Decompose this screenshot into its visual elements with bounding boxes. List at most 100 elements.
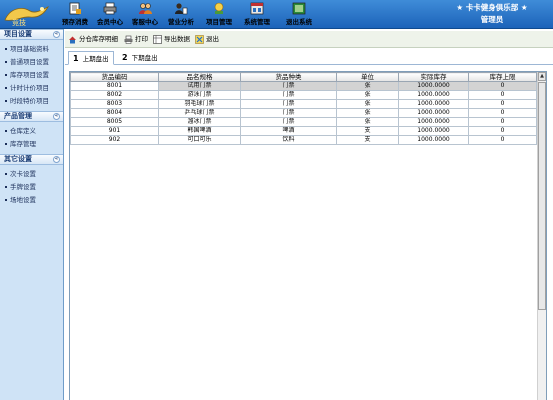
sidebar-item-label: 库存管理: [10, 140, 36, 148]
action-label: 分仓库存明细: [79, 35, 118, 43]
vertical-scrollbar[interactable]: ▲ ▼: [537, 72, 546, 400]
sidebar-item-stock-project[interactable]: 库存项目设置: [0, 69, 63, 82]
receipt-icon: [69, 2, 81, 15]
column-header[interactable]: 库存上限: [468, 72, 537, 82]
action-bar: 分仓库存明细 打印 导出数据 退出: [65, 31, 553, 48]
bullet-icon: [5, 130, 7, 132]
table-cell: 902: [70, 135, 159, 145]
tab-label: 下期盘出: [131, 54, 158, 62]
tab-next-period[interactable]: 2 下期盘出: [118, 51, 162, 65]
stock-grid[interactable]: 货品编码 品名规格 货品种类 单位 实际库存 库存上限 8001 试用门票 门票…: [69, 71, 547, 400]
table-cell: 901: [70, 126, 159, 136]
toolbar-member-button[interactable]: 会员中心: [95, 2, 125, 28]
table-cell: 门票: [240, 90, 337, 100]
table-row[interactable]: 901 韩国啤酒 啤酒 支 1000.0000 0: [70, 126, 537, 136]
toolbar-service-button[interactable]: 客服中心: [130, 2, 160, 28]
table-cell: 1000.0000: [398, 135, 469, 145]
table-cell: 1000.0000: [398, 117, 469, 127]
action-label: 打印: [135, 35, 148, 43]
column-header[interactable]: 单位: [336, 72, 399, 82]
table-cell: 门票: [240, 108, 337, 118]
table-cell: 1000.0000: [398, 108, 469, 118]
table-cell: 乒乓球门票: [158, 108, 241, 118]
section-title: 其它设置: [4, 155, 32, 163]
column-header[interactable]: 货品种类: [240, 72, 337, 82]
print-button[interactable]: 打印: [124, 34, 148, 45]
sidebar-item-wristband[interactable]: 手牌设置: [0, 181, 63, 194]
column-header[interactable]: 货品编码: [70, 72, 159, 82]
export-sheet-icon: [153, 34, 162, 44]
table-cell: 门票: [240, 99, 337, 109]
table-cell: 支: [336, 135, 399, 145]
table-cell: 张: [336, 99, 399, 109]
project-icon: [214, 2, 224, 14]
exit-icon: [195, 34, 204, 44]
bullet-icon: [5, 87, 7, 89]
stock-table: 货品编码 品名规格 货品种类 单位 实际库存 库存上限 8001 试用门票 门票…: [70, 72, 537, 145]
sidebar-item-punch-card[interactable]: 次卡设置: [0, 168, 63, 181]
user-role: 管理员: [480, 15, 504, 24]
tab-bar: 1 上期盘出 2 下期盘出: [65, 49, 553, 65]
table-cell: 8002: [70, 90, 159, 100]
table-cell: 0: [468, 108, 537, 118]
sidebar-item-label: 仓库定义: [10, 127, 36, 135]
toolbar-label: 预存消费: [62, 18, 88, 26]
column-header[interactable]: 品名规格: [158, 72, 241, 82]
scroll-up-icon[interactable]: ▲: [538, 72, 546, 81]
table-cell: 饮料: [240, 135, 337, 145]
toolbar-label: 客服中心: [132, 18, 158, 26]
collapse-icon[interactable]: «: [53, 113, 60, 120]
toolbar-exit-button[interactable]: 退出系统: [283, 2, 315, 28]
toolbar-project-button[interactable]: 项目管理: [203, 2, 235, 28]
sidebar-item-project-basic[interactable]: 项目基础资料: [0, 43, 63, 56]
table-cell: 溜冰门票: [158, 117, 241, 127]
sidebar-item-label: 手牌设置: [10, 183, 36, 191]
table-row[interactable]: 8005 溜冰门票 门票 张 1000.0000 0: [70, 117, 537, 127]
sidebar-section-product[interactable]: 产品管理 «: [0, 111, 63, 122]
export-button[interactable]: 导出数据: [153, 34, 190, 45]
toolbar-prepaid-button[interactable]: 预存消费: [60, 2, 90, 28]
sidebar-item-normal-project[interactable]: 普通项目设置: [0, 56, 63, 69]
toolbar-label: 退出系统: [286, 18, 312, 26]
people-icon: [139, 3, 152, 14]
bullet-icon: [5, 48, 7, 50]
sidebar-item-warehouse[interactable]: 仓库定义: [0, 125, 63, 138]
table-cell: 8003: [70, 99, 159, 109]
table-cell: 8001: [70, 81, 159, 91]
table-row[interactable]: 8004 乒乓球门票 门票 张 1000.0000 0: [70, 108, 537, 118]
table-row[interactable]: 8001 试用门票 门票 张 1000.0000 0: [70, 81, 537, 91]
toolbar-system-button[interactable]: 系统管理: [241, 2, 273, 28]
scroll-thumb[interactable]: [538, 82, 546, 310]
collapse-icon[interactable]: «: [53, 156, 60, 163]
table-cell: 1000.0000: [398, 81, 469, 91]
sidebar-item-venue[interactable]: 场地设置: [0, 194, 63, 207]
tab-label: 上期盘出: [82, 55, 109, 63]
stock-detail-button[interactable]: 分仓库存明细: [68, 34, 118, 45]
toolbar-analysis-button[interactable]: 营业分析: [165, 2, 197, 28]
sidebar-section-project[interactable]: 项目设置 «: [0, 29, 63, 40]
table-cell: 张: [336, 117, 399, 127]
club-name: 卡卡健身俱乐部: [465, 3, 519, 12]
sidebar-item-label: 场地设置: [10, 196, 36, 204]
tab-previous-period[interactable]: 1 上期盘出: [68, 51, 114, 65]
sidebar-item-special-price[interactable]: 时段特价项目: [0, 95, 63, 108]
club-name-line: ★ 卡卡健身俱乐部 ★: [437, 2, 547, 13]
sidebar-item-timed-project[interactable]: 计时计价项目: [0, 82, 63, 95]
sidebar-section-other[interactable]: 其它设置 «: [0, 154, 63, 165]
table-cell: 门票: [240, 117, 337, 127]
table-row[interactable]: 8002 游泳门票 门票 张 1000.0000 0: [70, 90, 537, 100]
table-cell: 可口可乐: [158, 135, 241, 145]
collapse-icon[interactable]: «: [53, 31, 60, 38]
column-header[interactable]: 实际库存: [398, 72, 469, 82]
table-row[interactable]: 8003 羽毛球门票 门票 张 1000.0000 0: [70, 99, 537, 109]
action-label: 导出数据: [164, 35, 190, 43]
exit-button[interactable]: 退出: [195, 34, 219, 45]
toolbar-label: 营业分析: [168, 18, 194, 26]
settings-window-icon: [250, 2, 264, 15]
house-icon: [69, 36, 76, 43]
table-row[interactable]: 902 可口可乐 饮料 支 1000.0000 0: [70, 135, 537, 145]
table-cell: 游泳门票: [158, 90, 241, 100]
table-cell: 1000.0000: [398, 126, 469, 136]
sidebar-item-inventory[interactable]: 库存管理: [0, 138, 63, 151]
table-cell: 门票: [240, 81, 337, 91]
